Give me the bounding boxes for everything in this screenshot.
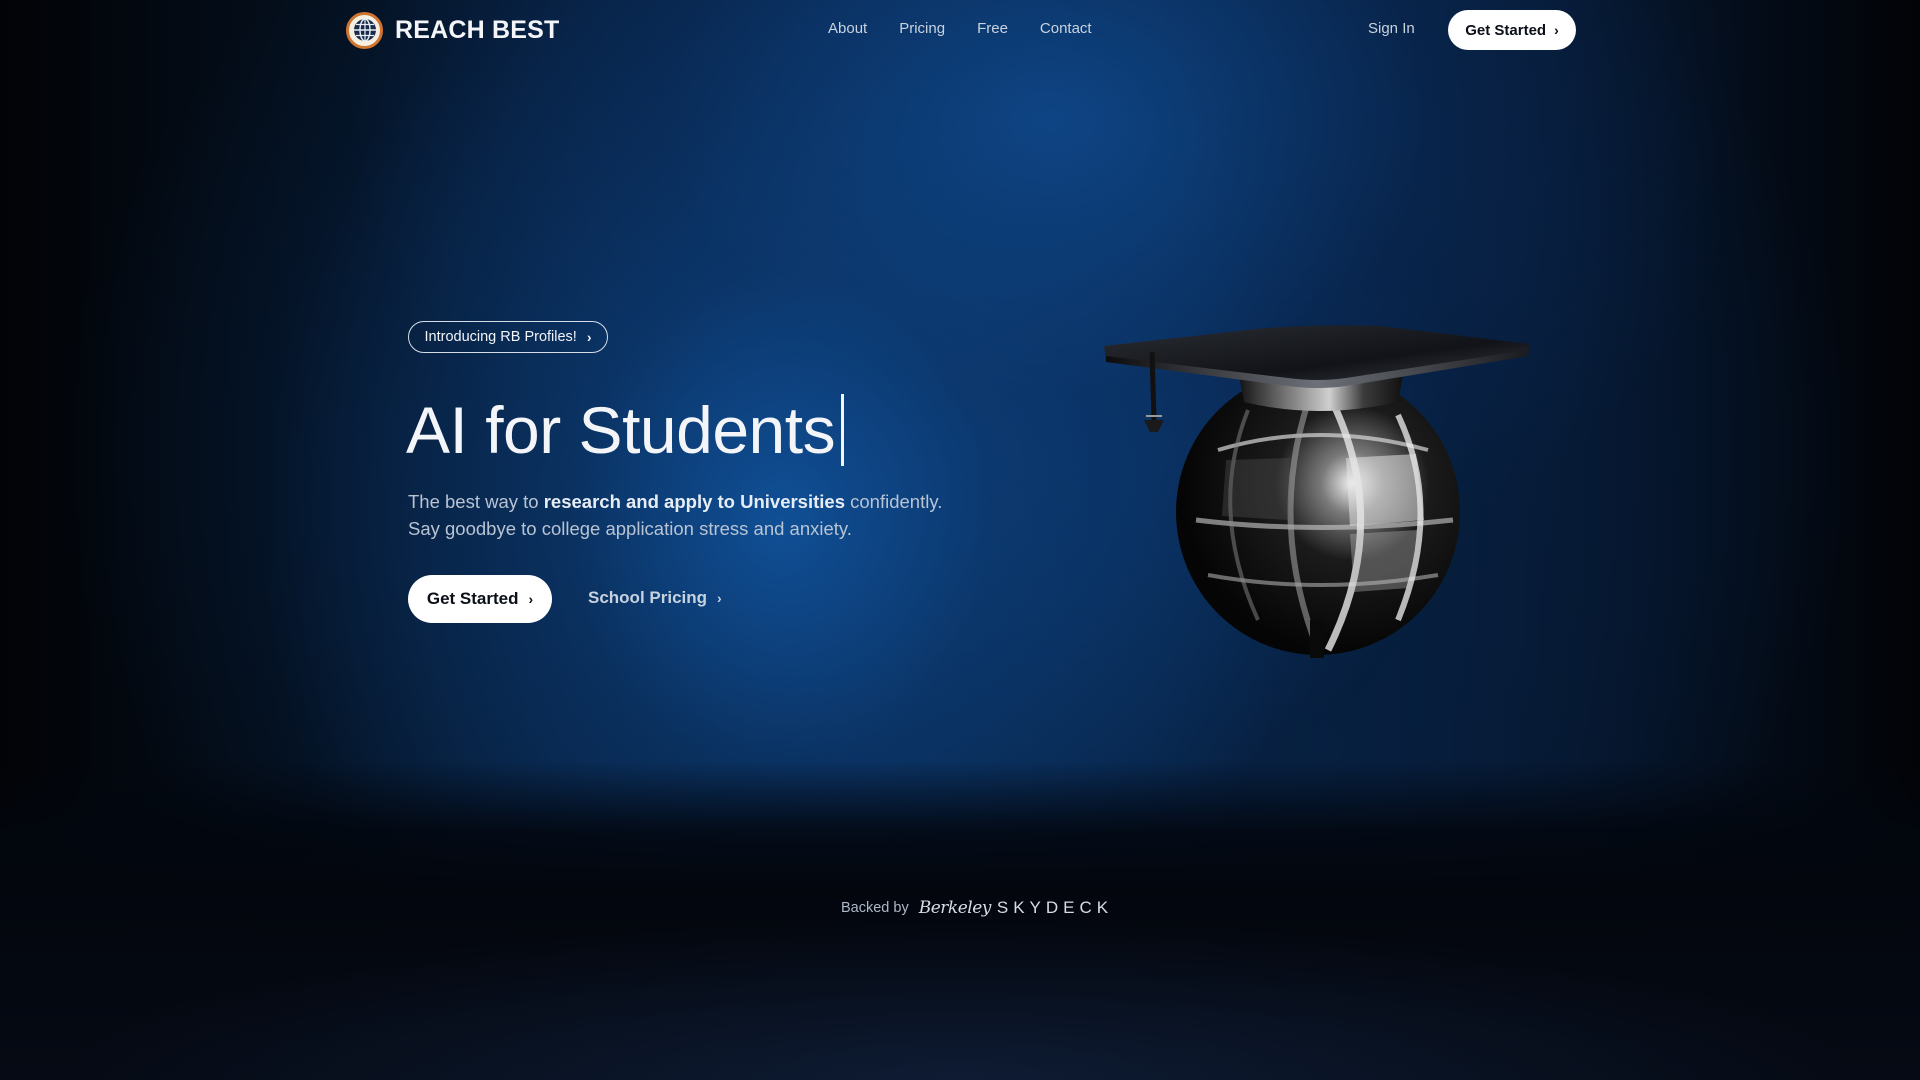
chevron-right-icon: › — [528, 591, 534, 607]
hero-get-started-label: Get Started — [426, 589, 519, 608]
graduation-cap-globe-image — [1098, 320, 1538, 660]
nav-get-started-button[interactable]: Get Started › — [1448, 10, 1576, 50]
chevron-right-icon: › — [586, 329, 592, 345]
subtitle-part1: The best way to — [408, 491, 544, 512]
sign-in-link[interactable]: Sign In — [1368, 20, 1415, 37]
announcement-pill[interactable]: Introducing RB Profiles! › — [408, 321, 608, 353]
nav-link-pricing[interactable]: Pricing — [899, 20, 945, 37]
brand-logo[interactable]: REACH BEST — [346, 11, 560, 49]
berkeley-script: Berkeley — [918, 898, 992, 918]
nav-link-about[interactable]: About — [828, 20, 867, 37]
nav-links: About Pricing Free Contact — [828, 20, 1092, 37]
subtitle-bold: research and apply to Universities — [543, 491, 845, 512]
globe-logo-icon — [346, 11, 383, 49]
subtitle-line2: Say goodbye to college application stres… — [408, 518, 852, 539]
skydeck-caps: SKYDECK — [996, 898, 1114, 917]
hero-headline: AI for Students — [406, 392, 845, 468]
backed-by: Backed by Berkeley SKYDECK — [841, 898, 1113, 918]
hero-subtitle: The best way to research and apply to Un… — [408, 488, 1028, 542]
subtitle-part2: confidently. — [845, 491, 943, 512]
berkeley-skydeck-logo: Berkeley SKYDECK — [919, 898, 1113, 918]
nav-link-free[interactable]: Free — [977, 20, 1008, 37]
school-pricing-link[interactable]: School Pricing › — [588, 588, 722, 608]
nav-link-contact[interactable]: Contact — [1040, 20, 1092, 37]
announcement-label: Introducing RB Profiles! — [424, 329, 577, 345]
hero-headline-text: AI for Students — [406, 393, 836, 467]
top-nav: REACH BEST About Pricing Free Contact Si… — [0, 0, 1920, 60]
chevron-right-icon: › — [1554, 22, 1559, 38]
brand-name: REACH BEST — [395, 15, 560, 44]
floor-glow — [0, 900, 1920, 1080]
backed-by-label: Backed by — [841, 900, 909, 916]
typing-cursor — [841, 394, 845, 466]
hero-get-started-button[interactable]: Get Started › — [408, 575, 552, 623]
school-pricing-label: School Pricing — [588, 588, 708, 607]
nav-get-started-label: Get Started — [1465, 21, 1547, 39]
chevron-right-icon: › — [717, 590, 722, 606]
